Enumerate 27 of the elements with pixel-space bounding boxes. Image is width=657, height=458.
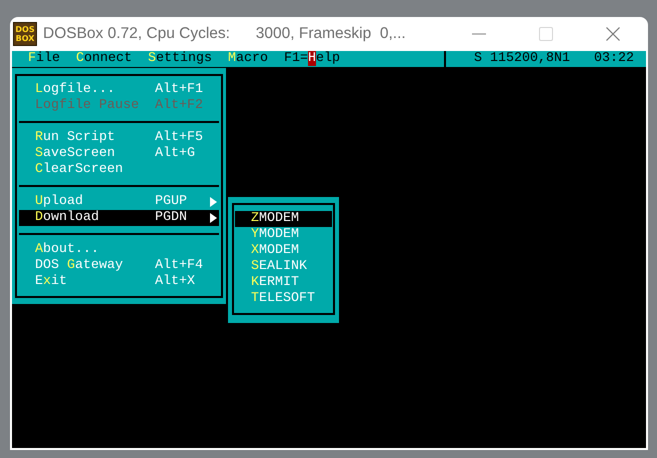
clock: 03:22 xyxy=(594,51,634,67)
menu-item[interactable]: About... xyxy=(19,242,219,258)
menu-bar-item[interactable]: F1=Help xyxy=(284,51,340,67)
close-icon xyxy=(606,27,620,41)
menu-item[interactable]: Exit Alt+X xyxy=(19,274,219,290)
menu-item[interactable]: DOS Gateway Alt+F4 xyxy=(19,258,219,274)
menu-item[interactable]: Logfile... Alt+F1 xyxy=(19,82,219,98)
maximize-icon xyxy=(538,27,552,41)
menu-item[interactable]: SaveScreen Alt+G xyxy=(19,146,219,162)
menu-item[interactable]: ZMODEM xyxy=(235,211,332,227)
menu-bar-item[interactable]: Connect xyxy=(76,51,132,67)
menu-item[interactable]: Upload PGUP xyxy=(19,194,219,210)
minimize-icon xyxy=(472,33,486,35)
menu-item[interactable]: Run Script Alt+F5 xyxy=(19,130,219,146)
menu-bar-item[interactable]: File xyxy=(28,51,60,67)
window-title: DOSBox 0.72, Cpu Cycles: 3000, Frameskip 0,... xyxy=(43,24,406,44)
menu-item[interactable]: YMODEM xyxy=(235,227,332,243)
menu-item[interactable]: KERMIT xyxy=(235,275,332,291)
menu-item[interactable]: SEALINK xyxy=(235,259,332,275)
menu-bar-item[interactable]: Macro xyxy=(228,51,268,67)
menu-item[interactable]: XMODEM xyxy=(235,243,332,259)
connection-status: S 115200,8N1 xyxy=(474,51,570,67)
app-logo: DOS BOX xyxy=(13,22,37,46)
menu-item[interactable]: ClearScreen xyxy=(19,162,219,178)
menu-item[interactable]: Download PGDN xyxy=(19,210,219,226)
menu-item[interactable]: TELESOFT xyxy=(235,291,332,307)
menu-bar-item[interactable]: Settings xyxy=(148,51,212,67)
